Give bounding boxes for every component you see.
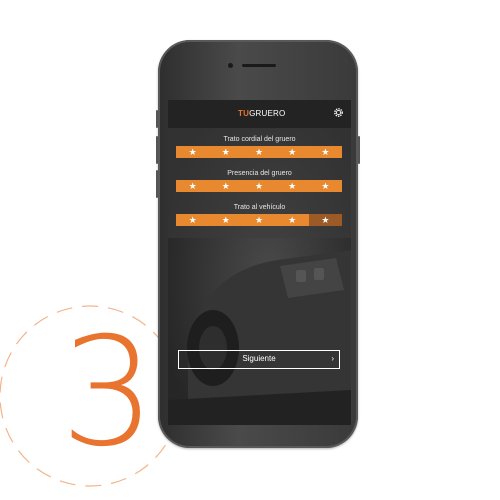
earpiece-speaker xyxy=(242,64,276,67)
star-icon[interactable]: ★ xyxy=(275,180,309,192)
star-icon[interactable]: ★ xyxy=(209,214,243,226)
app-screen: TUGRUERO Trato cordial del gruero ★ ★ ★ … xyxy=(168,100,351,425)
star-icon[interactable]: ★ xyxy=(308,146,343,158)
logo-brand-part2: GRUERO xyxy=(249,109,286,118)
canvas: 3 TUGRUERO Trato cordial del gruero ★ ★ … xyxy=(0,0,500,500)
star-icon[interactable]: ★ xyxy=(209,146,243,158)
star-icon[interactable]: ★ xyxy=(209,180,243,192)
star-rating-bar: ★ ★ ★ ★ ★ xyxy=(176,214,343,226)
front-camera xyxy=(228,63,233,68)
star-icon[interactable]: ★ xyxy=(242,214,276,226)
next-button-label: Siguiente xyxy=(242,354,276,363)
star-icon[interactable]: ★ xyxy=(242,180,276,192)
rating-label: Trato al vehículo xyxy=(233,204,286,211)
star-icon[interactable]: ★ xyxy=(275,214,309,226)
phone-mockup: TUGRUERO Trato cordial del gruero ★ ★ ★ … xyxy=(156,40,360,448)
logo-brand-part1: TU xyxy=(238,109,250,118)
star-icon[interactable]: ★ xyxy=(308,180,343,192)
star-icon[interactable]: ★ xyxy=(176,180,210,192)
next-button[interactable]: Siguiente › xyxy=(178,350,340,369)
phone-side-button xyxy=(156,110,158,128)
star-rating-bar: ★ ★ ★ ★ ★ xyxy=(176,146,343,158)
star-icon[interactable]: ★ xyxy=(275,146,309,158)
app-header: TUGRUERO xyxy=(168,100,351,128)
gear-icon[interactable] xyxy=(333,107,344,118)
star-icon[interactable]: ★ xyxy=(176,146,210,158)
phone-side-button xyxy=(156,136,158,164)
rating-label: Trato cordial del gruero xyxy=(223,136,296,143)
star-rating-bar: ★ ★ ★ ★ ★ xyxy=(176,180,343,192)
phone-power-button xyxy=(358,136,360,164)
rating-label: Presencia del gruero xyxy=(227,170,292,177)
star-icon[interactable]: ★ xyxy=(242,146,276,158)
rating-panel: Trato cordial del gruero ★ ★ ★ ★ ★ Prese… xyxy=(168,128,351,238)
app-logo: TUGRUERO xyxy=(238,109,285,118)
phone-side-button xyxy=(156,170,158,198)
step-number: 3 xyxy=(60,306,156,480)
star-icon[interactable]: ★ xyxy=(308,214,343,226)
star-icon[interactable]: ★ xyxy=(176,214,210,226)
chevron-right-icon: › xyxy=(331,354,334,363)
